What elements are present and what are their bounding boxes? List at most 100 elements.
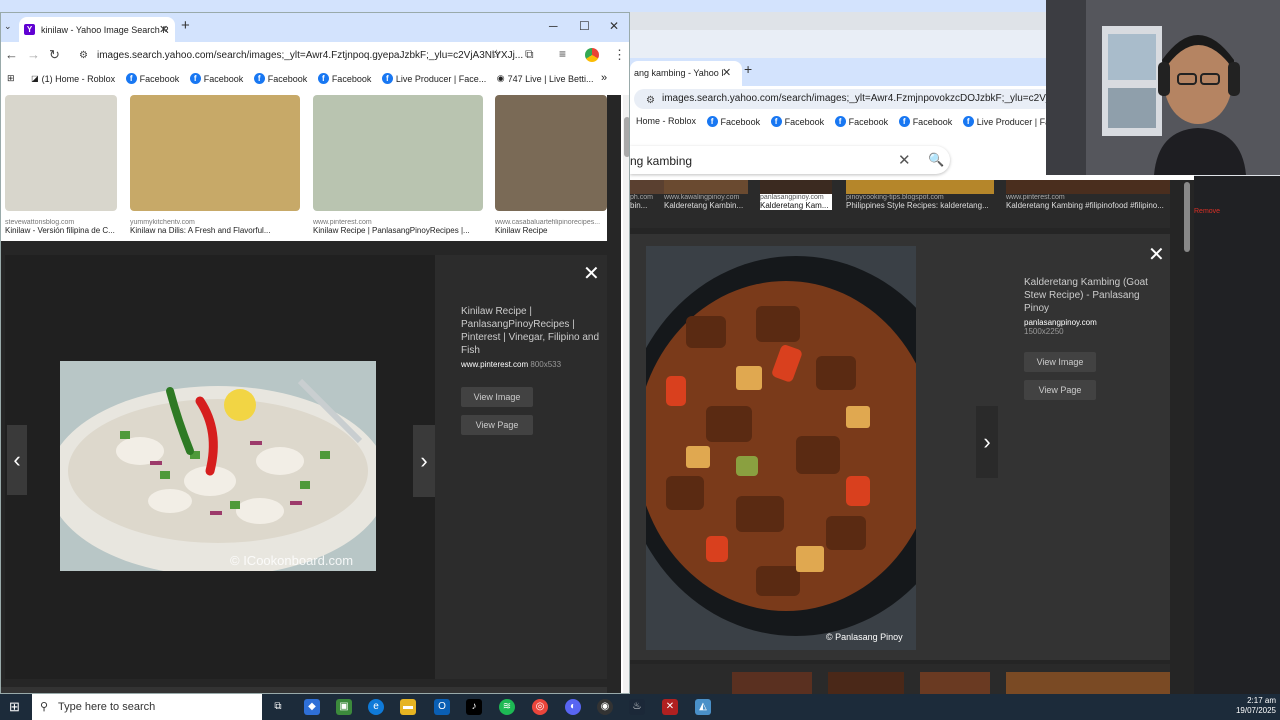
bookmark-label: Live Producer | Face... [395,73,487,84]
detail-title: Kinilaw Recipe | PanlasangPinoyRecipes |… [461,306,600,356]
clear-search-icon[interactable]: ✕ [898,151,911,169]
bookmark-label: Facebook [203,73,244,84]
bookmark-facebook[interactable]: f Facebook [898,116,952,127]
task-view-icon[interactable]: ⧉ [270,699,286,715]
maximize-icon[interactable]: ☐ [579,19,590,33]
facebook-icon: f [125,73,137,84]
reload-icon[interactable]: ↻ [49,47,60,63]
next-image-button[interactable]: › [413,425,435,497]
media-icon[interactable]: ≡ [559,47,566,61]
app-icon[interactable]: ◭ [695,699,711,715]
bookmark-label: (1) Home - Roblox [41,73,116,84]
view-image-button[interactable]: View Image [1024,352,1096,372]
chevron-right-icon: › [983,429,991,454]
bookmark-label: Facebook [784,116,825,127]
right-scrollbar[interactable] [1184,182,1190,252]
new-tab-icon[interactable]: + [744,61,752,77]
taskbar-search[interactable]: ⚲ Type here to search [32,694,262,720]
thumbnail-card[interactable]: www.casabaluartefilipinorecipes... Kinil… [495,95,607,235]
strip-item-selected[interactable]: panlasangpinoy.com Kalderetang Kam... [760,180,832,210]
obs-icon[interactable]: ◉ [597,699,613,715]
view-page-button[interactable]: View Page [461,415,533,435]
thumbnail-source: yummykitchentv.com [130,219,195,226]
close-window-icon[interactable]: ✕ [609,19,619,33]
thumbnail-card[interactable]: stevewattonsblog.com Kinilaw - Versión f… [5,95,117,235]
copilot-icon[interactable]: ◆ [304,699,320,715]
site-info-icon[interactable]: ⚙ [79,50,88,61]
taskbar-clock[interactable]: 2:17 am 19/07/2025 [1232,696,1276,716]
bookmark-live-producer[interactable]: f Live Producer | Face... [381,73,487,84]
thumbnail-card[interactable]: yummykitchentv.com Kinilaw na Dilis: A F… [130,95,300,235]
more-bookmarks-icon[interactable]: » [601,72,607,84]
next-image-button[interactable]: › [976,406,998,478]
right-active-tab[interactable]: ang kambing - Yahoo I ✕ [630,61,742,86]
chrome-icon[interactable]: ◎ [532,699,548,715]
bookmark-facebook[interactable]: f Facebook [189,73,244,84]
left-active-tab[interactable]: Y kinilaw - Yahoo Image Search R ✕ [19,17,175,42]
bookmark-facebook[interactable]: f Facebook [706,116,760,127]
bookmark-facebook[interactable]: f Facebook [253,73,307,84]
strip-item[interactable]: www.pinterest.com Kalderetang Kambing #f… [1006,180,1170,210]
menu-icon[interactable]: ⋮ [613,47,626,63]
right-url-field[interactable]: ⚙ images.search.yahoo.com/search/images;… [634,89,1054,109]
background-toolbar [630,30,1046,58]
view-image-button[interactable]: View Image [461,387,533,407]
close-icon[interactable]: ✕ [159,23,168,36]
thumbnail[interactable] [1006,672,1170,694]
remove-link[interactable]: Remove [1194,208,1220,215]
apps-icon[interactable]: ⊞ [7,73,15,84]
new-tab-icon[interactable]: + [181,17,190,34]
thumbnail[interactable] [732,672,812,694]
chrome-profile-icon[interactable] [585,48,599,62]
tiktok-icon[interactable]: ♪ [466,699,482,715]
kinilaw-image[interactable]: © ICookonboard.com [60,361,376,571]
close-icon[interactable]: ✕ [583,261,600,286]
forward-icon[interactable]: → [27,47,40,62]
kaldereta-image[interactable]: © Panlasang Pinoy [646,246,916,650]
detail-domain[interactable]: panlasangpinoy.com [1024,318,1164,327]
thumbnail-source: www.pinterest.com [313,219,372,226]
back-icon[interactable]: ← [5,47,18,62]
bookmark-facebook[interactable]: f Facebook [770,116,825,127]
bookmark-facebook[interactable]: f Facebook [317,73,371,84]
extensions-icon[interactable]: ⧉ [525,47,534,62]
close-icon[interactable]: ✕ [1148,242,1165,267]
detail-domain[interactable]: www.pinterest.com [461,360,528,369]
minimize-icon[interactable]: ─ [549,19,558,33]
store-icon[interactable]: ▣ [336,699,352,715]
tab-search-icon[interactable]: ⌄ [4,21,12,32]
star-icon[interactable]: ☆ [491,47,502,61]
search-icon[interactable]: 🔍 [928,152,944,168]
roblox-icon: ◪ [31,74,39,83]
bookmark-roblox[interactable]: ◪ (1) Home - Roblox [31,74,115,84]
outlook-icon[interactable]: O [434,699,450,715]
bookmark-747-live[interactable]: ◉ 747 Live | Live Betti... [497,73,594,84]
bookmark-facebook[interactable]: f Facebook [834,116,889,127]
facebook-icon: f [834,116,846,127]
left-url-field[interactable]: ⚙ images.search.yahoo.com/search/images;… [73,45,523,67]
right-search-box[interactable]: ng kambing ✕ 🔍 [630,146,950,174]
previous-image-button[interactable]: ‹ [7,425,27,495]
windows-start-icon[interactable]: ⊞ [9,699,20,715]
steam-icon[interactable]: ♨ [629,699,645,715]
bookmark-facebook[interactable]: f Facebook [125,73,179,84]
file-explorer-icon[interactable]: ▬ [400,699,416,715]
view-page-button[interactable]: View Page [1024,380,1096,400]
site-info-icon[interactable]: ⚙ [646,95,655,106]
thumbnail[interactable] [920,672,990,694]
left-scrollbar[interactable] [623,95,629,693]
close-icon[interactable]: ✕ [722,66,731,79]
strip-item[interactable]: pinoycooking-tips.blogspot.com Philippin… [846,180,994,210]
thumbnail-card-selected[interactable]: www.pinterest.com Kinilaw Recipe | Panla… [313,95,483,235]
bookmark-roblox[interactable]: Home - Roblox [636,116,696,126]
thumbnail-source: www.casabaluartefilipinorecipes... [495,219,601,226]
thumbnail[interactable] [828,672,904,694]
strip-item[interactable]: www.kawalingpinoy.com Kalderetang Kambin… [664,180,748,210]
scrollbar-thumb[interactable] [624,117,629,157]
bookmark-label: Facebook [848,116,889,127]
edge-icon[interactable]: e [368,699,384,715]
facebook-icon: f [962,116,974,127]
dota-icon[interactable]: ✕ [662,699,678,715]
spotify-icon[interactable]: ≋ [499,699,515,715]
discord-icon[interactable]: ◐ [565,699,581,715]
